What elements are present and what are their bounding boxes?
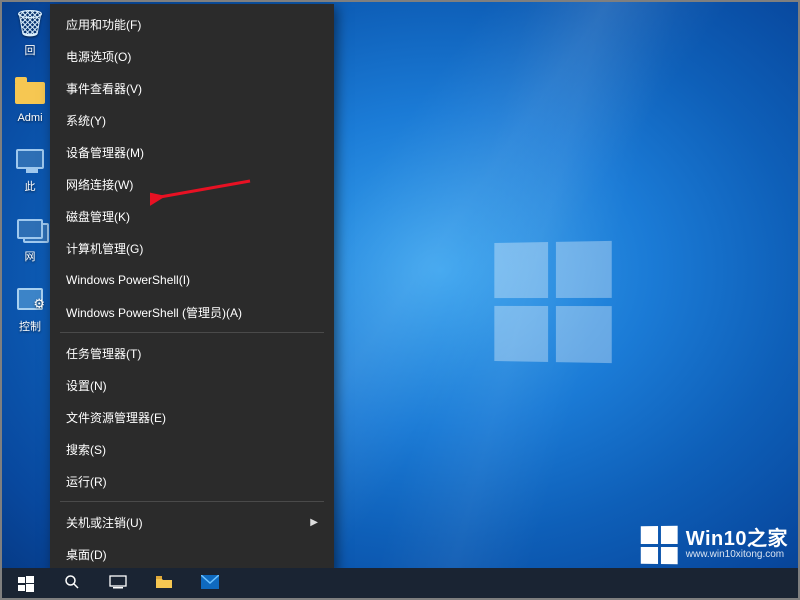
menu-separator — [60, 332, 324, 333]
watermark-windows-logo-icon — [641, 526, 678, 564]
chevron-right-icon: ▶ — [310, 517, 318, 528]
start-button[interactable] — [4, 568, 48, 600]
menu-item-file-explorer[interactable]: 文件资源管理器(E) — [50, 401, 334, 433]
menu-item-label: 电源选项(O) — [66, 48, 131, 65]
menu-item-powershell-admin[interactable]: Windows PowerShell (管理员)(A) — [50, 296, 334, 328]
pc-icon — [13, 142, 47, 176]
menu-item-disk-management[interactable]: 磁盘管理(K) — [50, 200, 334, 232]
desktop-icon-label: 控制 — [19, 318, 41, 334]
menu-item-label: 搜索(S) — [66, 441, 106, 458]
menu-item-label: 系统(Y) — [66, 112, 106, 129]
menu-item-label: 设置(N) — [66, 377, 107, 394]
watermark: Win10之家 www.win10xitong.com — [640, 526, 788, 564]
folder-icon — [13, 76, 47, 110]
menu-item-computer-management[interactable]: 计算机管理(G) — [50, 232, 334, 264]
menu-item-network-connections[interactable]: 网络连接(W) — [50, 168, 334, 200]
menu-item-label: 设备管理器(M) — [66, 144, 144, 161]
taskbar-search-button[interactable] — [50, 568, 94, 600]
taskbar — [0, 568, 800, 600]
desktop-icon-control-panel[interactable]: 控制 — [6, 282, 54, 334]
taskbar-taskview-button[interactable] — [96, 568, 140, 600]
watermark-title: Win10之家 — [686, 529, 788, 550]
menu-item-system[interactable]: 系统(Y) — [50, 104, 334, 136]
desktop-icon-user-folder[interactable]: Admi — [6, 76, 54, 124]
menu-item-apps-features[interactable]: 应用和功能(F) — [50, 8, 334, 40]
network-icon — [13, 212, 47, 246]
watermark-subtitle: www.win10xitong.com — [686, 550, 788, 561]
menu-item-shutdown-signout[interactable]: 关机或注销(U) ▶ — [50, 506, 334, 538]
menu-separator — [60, 501, 324, 502]
menu-item-device-manager[interactable]: 设备管理器(M) — [50, 136, 334, 168]
menu-item-label: 应用和功能(F) — [66, 16, 141, 33]
menu-item-label: Windows PowerShell(I) — [66, 273, 190, 287]
menu-item-label: 文件资源管理器(E) — [66, 409, 166, 426]
folder-icon — [155, 575, 173, 594]
menu-item-label: 事件查看器(V) — [66, 80, 142, 97]
menu-item-label: 计算机管理(G) — [66, 240, 143, 257]
menu-item-settings[interactable]: 设置(N) — [50, 369, 334, 401]
menu-item-label: Windows PowerShell (管理员)(A) — [66, 304, 242, 321]
search-icon — [64, 574, 80, 595]
menu-item-desktop[interactable]: 桌面(D) — [50, 538, 334, 570]
menu-item-task-manager[interactable]: 任务管理器(T) — [50, 337, 334, 369]
taskbar-explorer-button[interactable] — [142, 568, 186, 600]
menu-item-label: 关机或注销(U) — [66, 514, 143, 531]
desktop-icon-network[interactable]: 网 — [6, 212, 54, 264]
taskview-icon — [109, 575, 127, 594]
menu-item-label: 网络连接(W) — [66, 176, 133, 193]
menu-item-label: 桌面(D) — [66, 546, 107, 563]
windows-start-icon — [18, 576, 34, 592]
menu-item-label: 运行(R) — [66, 473, 107, 490]
desktop-icon-label: Admi — [17, 112, 42, 124]
menu-item-search[interactable]: 搜索(S) — [50, 433, 334, 465]
control-panel-icon — [13, 282, 47, 316]
menu-item-powershell[interactable]: Windows PowerShell(I) — [50, 264, 334, 296]
taskbar-mail-button[interactable] — [188, 568, 232, 600]
mail-icon — [201, 575, 219, 594]
desktop-icons-column: 🗑 回 Admi 此 网 控制 — [6, 6, 54, 334]
recycle-bin-icon: 🗑 — [13, 6, 47, 40]
desktop-icon-label: 此 — [25, 178, 36, 194]
desktop-icon-this-pc[interactable]: 此 — [6, 142, 54, 194]
desktop-icon-recycle-bin[interactable]: 🗑 回 — [6, 6, 54, 58]
menu-item-label: 任务管理器(T) — [66, 345, 141, 362]
menu-item-run[interactable]: 运行(R) — [50, 465, 334, 497]
desktop-icon-label: 回 — [25, 42, 36, 58]
winx-context-menu: 应用和功能(F) 电源选项(O) 事件查看器(V) 系统(Y) 设备管理器(M)… — [50, 4, 334, 574]
menu-item-power-options[interactable]: 电源选项(O) — [50, 40, 334, 72]
wallpaper-windows-logo — [494, 241, 611, 363]
menu-item-label: 磁盘管理(K) — [66, 208, 130, 225]
menu-item-event-viewer[interactable]: 事件查看器(V) — [50, 72, 334, 104]
desktop-icon-label: 网 — [25, 248, 36, 264]
